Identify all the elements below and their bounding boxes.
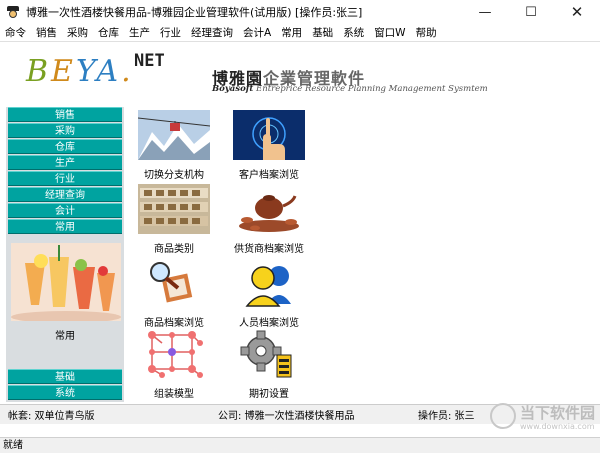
teapot-icon [233,184,305,234]
title-bar: 博雅一次性酒楼快餐用品-博雅园企业管理软件(试用版) [操作员:张三] — ☐ … [0,0,600,24]
ready-status-bar: 就绪 [0,437,600,453]
banner: BEYA. NET 博雅園企業管理軟件 Boyasoft Entreprice … [0,43,600,105]
menu-common[interactable]: 常用 [276,25,307,40]
tile-assembly-model[interactable]: 组装模型 [124,329,224,400]
watermark-url: www.downxia.com [520,422,595,431]
beya-logo: BEYA. [26,54,134,89]
nav-image-caption: 常用 [55,331,75,342]
account-set-status: 帐套: 双单位青鸟版 [8,411,95,422]
menu-help[interactable]: 帮助 [411,25,442,40]
tile-label: 供货商档案浏览 [234,244,304,255]
watermark: 当下软件园 www.downxia.com [490,400,595,436]
maximize-button[interactable]: ☐ [508,0,554,24]
main-panel: 切换分支机构 客户档案浏览 商品类别 供货商档案浏览 商品档案浏览 人员档案浏览… [124,107,600,402]
tile-supplier-archive[interactable]: 供货商档案浏览 [219,184,319,255]
left-nav: 销售 采购 仓库 生产 行业 经理查询 会计 常用 常用 基础 系统 [6,107,124,402]
cable-car-icon [138,110,210,160]
menu-manager-query[interactable]: 经理查询 [186,25,238,40]
warehouse-shelves-icon [138,184,210,234]
tile-product-archive[interactable]: 商品档案浏览 [124,258,224,329]
close-button[interactable]: ✕ [554,0,600,24]
menu-accounting[interactable]: 会计A [238,25,276,40]
net-logo: NET [134,51,165,71]
brand-name-en: Boyasoft Entreprice Resource Planning Ma… [212,84,488,94]
tile-label: 人员档案浏览 [239,318,299,329]
menu-basic[interactable]: 基础 [307,25,338,40]
tile-switch-branch[interactable]: 切换分支机构 [124,110,224,181]
tile-label: 组装模型 [154,389,194,400]
watermark-text: 当下软件园 [520,404,596,422]
person-icon [233,258,305,308]
menu-window[interactable]: 窗口W [369,25,410,40]
tile-label: 切换分支机构 [144,170,204,181]
nav-purchase[interactable]: 采购 [8,123,122,138]
menu-production[interactable]: 生产 [124,25,155,40]
nav-warehouse[interactable]: 仓库 [8,139,122,154]
nav-basic[interactable]: 基础 [8,369,122,384]
nav-production[interactable]: 生产 [8,155,122,170]
menu-command[interactable]: 命令 [0,25,31,40]
tile-label: 期初设置 [249,389,289,400]
menu-warehouse[interactable]: 仓库 [93,25,124,40]
operator-status: 操作员: 张三 [418,411,475,422]
hand-touch-icon [233,110,305,160]
menu-system[interactable]: 系统 [338,25,369,40]
tile-label: 客户档案浏览 [239,170,299,181]
tile-label: 商品类别 [154,244,194,255]
nav-industry[interactable]: 行业 [8,171,122,186]
nav-sales[interactable]: 销售 [8,107,122,122]
tile-initial-setup[interactable]: 期初设置 [219,329,319,400]
gear-icon [233,329,305,379]
window-title: 博雅一次性酒楼快餐用品-博雅园企业管理软件(试用版) [操作员:张三] [26,6,363,19]
nav-common[interactable]: 常用 [8,219,122,234]
menu-sales[interactable]: 销售 [31,25,62,40]
company-status: 公司: 博雅一次性酒楼快餐用品 [218,411,355,422]
molecule-icon [138,329,210,379]
tile-staff-archive[interactable]: 人员档案浏览 [219,258,319,329]
app-icon[interactable] [6,5,20,19]
menu-bar: 命令 销售 采购 仓库 生产 行业 经理查询 会计A 常用 基础 系统 窗口W … [0,24,600,42]
ready-text: 就绪 [3,440,23,451]
tile-customer-archive[interactable]: 客户档案浏览 [219,110,319,181]
watermark-logo-icon [490,403,516,429]
drinks-image [11,243,121,321]
magnifier-icon [138,258,210,308]
tile-label: 商品档案浏览 [144,318,204,329]
minimize-button[interactable]: — [462,0,508,24]
tile-product-category[interactable]: 商品类别 [124,184,224,255]
menu-purchase[interactable]: 采购 [62,25,93,40]
nav-system[interactable]: 系统 [8,385,122,400]
nav-manager-query[interactable]: 经理查询 [8,187,122,202]
nav-accounting[interactable]: 会计 [8,203,122,218]
menu-industry[interactable]: 行业 [155,25,186,40]
